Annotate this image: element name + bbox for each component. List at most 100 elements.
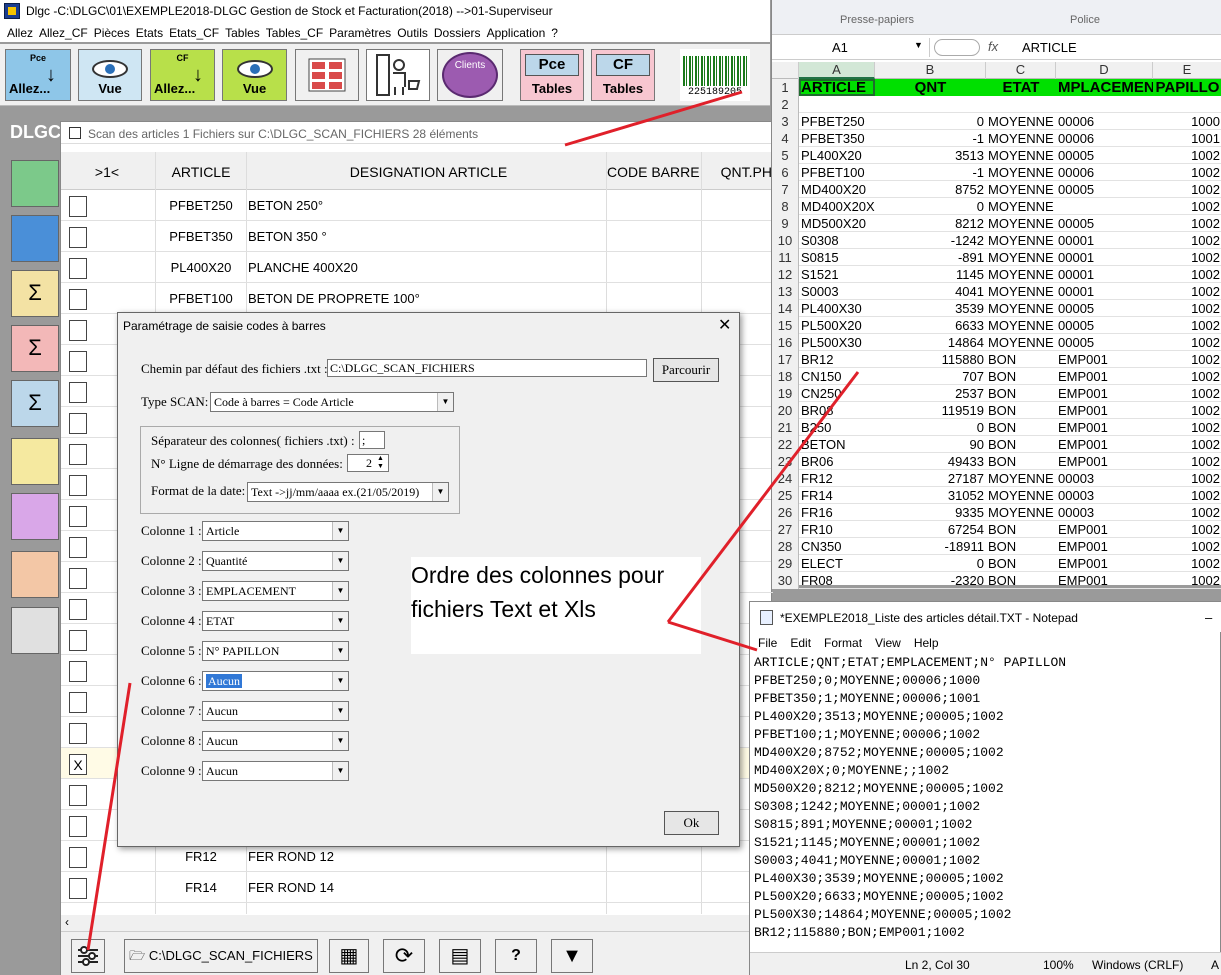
column-select[interactable]: Aucun ▼ <box>202 671 349 691</box>
col-header-barcode[interactable]: CODE BARRES <box>607 164 699 180</box>
row-number[interactable]: 10 <box>772 232 799 249</box>
menu-item[interactable]: Outils <box>397 23 434 42</box>
sheet-cell[interactable]: EMP001 <box>1056 555 1153 572</box>
chevron-down-icon[interactable]: ▼ <box>332 612 348 630</box>
row-checkbox[interactable] <box>69 227 87 248</box>
export-button[interactable]: ▤ <box>439 939 481 973</box>
clients-icon[interactable] <box>11 493 59 540</box>
separator-input[interactable]: ; <box>359 431 385 449</box>
sheet-cell[interactable]: BON <box>986 436 1056 453</box>
notepad-menu-item[interactable]: File <box>758 633 777 653</box>
sheet-cell[interactable]: 00003 <box>1056 470 1153 487</box>
sum-icon[interactable]: Σ <box>11 270 59 317</box>
sheet-cell[interactable]: EMP001 <box>1056 368 1153 385</box>
chevron-down-icon[interactable]: ▼ <box>914 40 923 50</box>
name-box[interactable]: A1 <box>774 38 930 57</box>
sheet-cell[interactable]: 4041 <box>875 283 986 300</box>
sheet-cell[interactable]: 1002 <box>1153 334 1221 351</box>
sheet-cell[interactable]: PL400X20 <box>799 147 875 164</box>
arrows-icon[interactable] <box>11 607 59 654</box>
menu-item[interactable]: Tables <box>225 23 266 42</box>
sheet-cell[interactable]: BON <box>986 538 1056 555</box>
sheet-cell[interactable]: MD400X20X <box>799 198 875 215</box>
sheet-cell[interactable]: BON <box>986 385 1056 402</box>
row-checkbox[interactable] <box>69 630 87 651</box>
row-number[interactable]: 19 <box>772 385 799 402</box>
table-row[interactable]: FR14 FER ROND 14 <box>61 872 773 903</box>
chevron-down-icon[interactable]: ▼ <box>432 483 448 501</box>
row-number[interactable]: 16 <box>772 334 799 351</box>
sheet-cell[interactable]: 1002 <box>1153 402 1221 419</box>
sheet-cell[interactable]: BON <box>986 419 1056 436</box>
column-select[interactable]: Aucun ▼ <box>202 701 349 721</box>
menu-item[interactable]: Etats_CF <box>169 23 225 42</box>
sheet-cell[interactable] <box>875 96 986 113</box>
row-checkbox[interactable] <box>69 351 87 372</box>
sheet-cell[interactable]: S0815 <box>799 249 875 266</box>
sheet-cell[interactable]: MOYENNE <box>986 198 1056 215</box>
filter-button[interactable]: ▼ <box>551 939 593 973</box>
row-number[interactable]: 25 <box>772 487 799 504</box>
ok-button[interactable]: Ok <box>664 811 719 835</box>
row-checkbox[interactable] <box>69 568 87 589</box>
column-select[interactable]: N° PAPILLON ▼ <box>202 641 349 661</box>
row-checkbox[interactable] <box>69 599 87 620</box>
sheet-cell[interactable]: S1521 <box>799 266 875 283</box>
sheet-cell[interactable]: MD500X20 <box>799 215 875 232</box>
row-number[interactable]: 4 <box>772 130 799 147</box>
menu-item[interactable]: Dossiers <box>434 23 487 42</box>
sheet-cell[interactable]: ETAT <box>986 79 1056 96</box>
sheet-cell[interactable]: FR14 <box>799 487 875 504</box>
sheet-cell[interactable]: EMP001 <box>1056 436 1153 453</box>
sheet-cell[interactable]: EMP001 <box>1056 419 1153 436</box>
sheet-cell[interactable]: BR08 <box>799 402 875 419</box>
sheet-cell[interactable]: 31052 <box>875 487 986 504</box>
sheet-cell[interactable]: FR12 <box>799 470 875 487</box>
row-checkbox[interactable] <box>69 258 87 279</box>
sheet-cell[interactable]: 1002 <box>1153 317 1221 334</box>
sheet-cell[interactable]: 1002 <box>1153 215 1221 232</box>
sheet-cell[interactable]: EMP001 <box>1056 351 1153 368</box>
chevron-down-icon[interactable]: ▼ <box>332 672 348 690</box>
sheet-cell[interactable]: 1002 <box>1153 300 1221 317</box>
row-checkbox[interactable] <box>69 723 87 744</box>
row-number[interactable]: 30 <box>772 572 799 589</box>
row-number[interactable]: 9 <box>772 215 799 232</box>
allez-pce-button[interactable]: Pce ↓ Allez... <box>5 49 71 101</box>
notepad-menu-item[interactable]: Edit <box>790 633 811 653</box>
sheet-cell[interactable]: 1002 <box>1153 385 1221 402</box>
chevron-down-icon[interactable]: ▼ <box>332 582 348 600</box>
help-button[interactable]: ? <box>495 939 537 973</box>
row-number[interactable]: 5 <box>772 147 799 164</box>
sheet-cell[interactable]: MOYENNE <box>986 266 1056 283</box>
sheet-cell[interactable]: 1002 <box>1153 572 1221 589</box>
sheet-cell[interactable]: EMP001 <box>1056 453 1153 470</box>
sheet-cell[interactable]: EMP001 <box>1056 538 1153 555</box>
row-number[interactable]: 13 <box>772 283 799 300</box>
row-checkbox[interactable] <box>69 475 87 496</box>
sheet-cell[interactable]: 1000 <box>1153 113 1221 130</box>
sheet-cell[interactable]: CN350 <box>799 538 875 555</box>
sheet-cell[interactable]: 1002 <box>1153 232 1221 249</box>
horizontal-scrollbar[interactable]: ‹ <box>61 915 773 931</box>
sheet-cell[interactable]: B250 <box>799 419 875 436</box>
sheet-cell[interactable]: BON <box>986 572 1056 589</box>
sheet-cell[interactable]: MOYENNE <box>986 164 1056 181</box>
row-checkbox[interactable] <box>69 506 87 527</box>
date-format-select[interactable]: Text ->jj/mm/aaaa ex.(21/05/2019) ▼ <box>247 482 449 502</box>
sheet-cell[interactable]: 67254 <box>875 521 986 538</box>
sheet-cell[interactable] <box>1153 96 1221 113</box>
sheet-cell[interactable]: BETON <box>799 436 875 453</box>
sheet-cell[interactable]: 1002 <box>1153 436 1221 453</box>
sheet-cell[interactable]: MOYENNE <box>986 249 1056 266</box>
sheet-cell[interactable]: 8212 <box>875 215 986 232</box>
sheet-cell[interactable]: MOYENNE <box>986 232 1056 249</box>
barcode-button[interactable]: 225189205 <box>680 49 750 101</box>
row-number[interactable]: 1 <box>772 79 799 96</box>
chevron-down-icon[interactable]: ▼ <box>332 552 348 570</box>
sheet-cell[interactable]: 90 <box>875 436 986 453</box>
col-header-designation[interactable]: DESIGNATION ARTICLE <box>251 164 606 180</box>
cf-tables-button[interactable]: CF Tables <box>591 49 655 101</box>
sheet-cell[interactable]: 8752 <box>875 181 986 198</box>
table-row[interactable]: PFBET250 BETON 250° <box>61 190 773 221</box>
